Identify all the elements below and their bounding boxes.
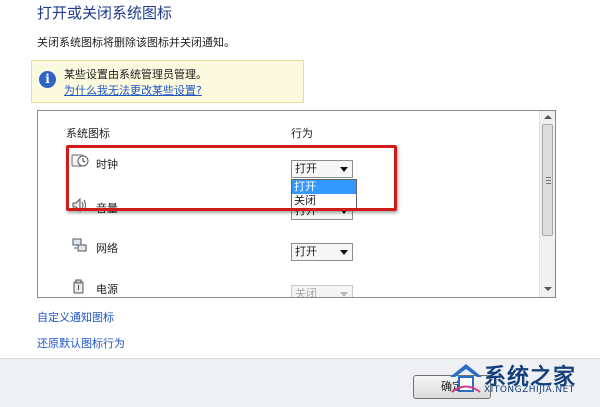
network-behavior-value: 打开 (295, 245, 317, 258)
row-label-network: 网络 (96, 242, 118, 255)
scroll-up-arrow-icon[interactable] (544, 115, 552, 119)
grip-line (546, 180, 551, 181)
power-icon (73, 279, 84, 294)
scrollbar-thumb[interactable] (542, 124, 553, 236)
system-icons-panel: 系统图标 行为 时钟 打开 音量 打开 网络 打开 电源 关闭 打开 关闭 (37, 110, 556, 298)
chevron-down-icon (340, 292, 348, 297)
grip-line (546, 183, 551, 184)
scroll-down-arrow-icon[interactable] (544, 287, 552, 291)
customize-notification-icons-link[interactable]: 自定义通知图标 (37, 309, 114, 325)
restore-default-icon-behaviors-link[interactable]: 还原默认图标行为 (37, 335, 125, 351)
house-logo-icon (450, 364, 482, 393)
page-description: 关闭系统图标将删除该图标并关闭通知。 (37, 36, 235, 49)
chevron-down-icon (340, 250, 348, 255)
info-help-link[interactable]: 为什么我无法更改某些设置? (64, 82, 202, 98)
network-icon (72, 238, 87, 252)
info-icon: i (39, 71, 56, 88)
row-label-power: 电源 (96, 283, 118, 296)
power-behavior-value: 关闭 (295, 287, 317, 298)
dialog-footer: 确定 系统之家 XITONGZHIJIA.NET (0, 358, 600, 407)
info-bar: i 某些设置由系统管理员管理。 为什么我无法更改某些设置? (31, 60, 304, 103)
highlight-annotation-box (66, 145, 397, 211)
info-text: 某些设置由系统管理员管理。 (64, 68, 207, 81)
network-behavior-select[interactable]: 打开 (291, 243, 353, 261)
power-behavior-select: 关闭 (291, 285, 353, 298)
column-header-behavior: 行为 (291, 127, 313, 140)
vertical-scrollbar[interactable] (539, 111, 555, 297)
grip-line (546, 177, 551, 178)
watermark-url: XITONGZHIJIA.NET (484, 385, 575, 395)
page-title: 打开或关闭系统图标 (37, 4, 173, 22)
column-header-icon: 系统图标 (66, 127, 110, 140)
